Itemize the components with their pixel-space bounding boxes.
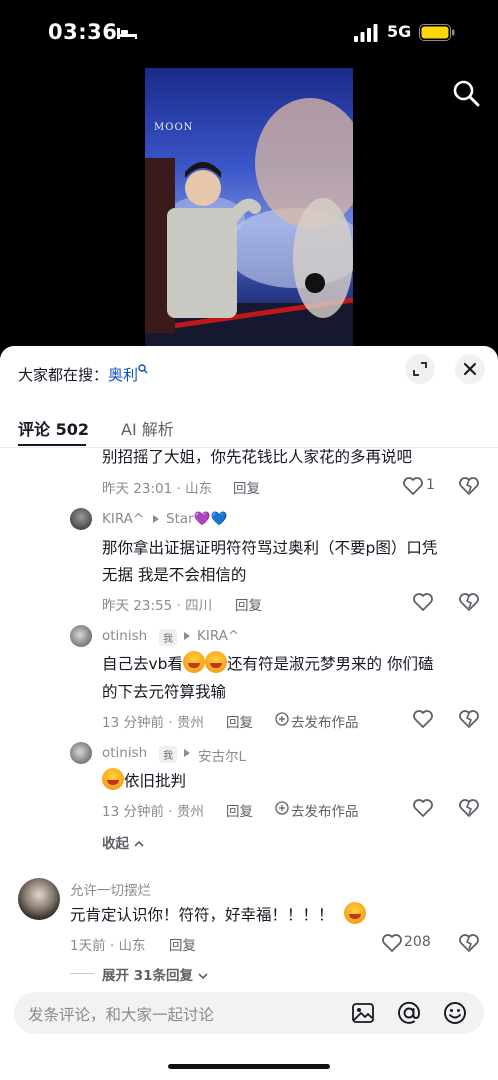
emoji-picker-icon[interactable] <box>442 1000 468 1026</box>
close-sheet-button[interactable] <box>455 354 485 384</box>
reply-target[interactable]: 安古尔L <box>198 745 246 765</box>
reply-button[interactable]: 回复 <box>235 594 262 614</box>
keyword-search-icon <box>138 364 148 374</box>
avatar[interactable] <box>18 878 60 920</box>
comment-author[interactable]: KIRA^ <box>102 511 144 527</box>
collapse-replies-button[interactable]: 收起 <box>102 832 144 852</box>
reply-button[interactable]: 回复 <box>226 800 253 820</box>
comment-meta: 13 分钟前 · 贵州 <box>102 804 204 820</box>
publish-icon <box>275 801 289 815</box>
mention-icon[interactable] <box>396 1000 422 1026</box>
image-icon[interactable] <box>350 1000 376 1026</box>
close-icon <box>464 363 476 375</box>
reply-arrow-icon <box>184 749 190 757</box>
comment-meta: 13 分钟前 · 贵州 <box>102 715 204 731</box>
reply-arrow-icon <box>184 632 190 640</box>
comment-author[interactable]: 允许一切摆烂 <box>70 879 151 899</box>
home-indicator <box>168 1064 330 1069</box>
comment-text-line2: 无据 我是不会相信的 <box>102 566 247 584</box>
battery-icon <box>419 24 455 41</box>
collapse-label: 收起 <box>102 836 129 852</box>
expand-label: 展开 31条回复 <box>102 968 193 984</box>
comment-sheet: 大家都在搜：奥利 评论 502 AI 解析 别招摇了大姐，你先花钱比人家花的多再… <box>0 346 498 1080</box>
publish-work-button[interactable]: 去发布作品 <box>291 800 359 820</box>
comment-text-line2: 的下去元符算我输 <box>102 683 227 701</box>
emoji-icon <box>183 651 206 673</box>
comment-meta: 昨天 23:55 · 四川 <box>102 598 213 614</box>
dislike-icon[interactable] <box>458 798 480 818</box>
emoji-icon <box>344 902 367 924</box>
comment-meta: 昨天 23:01 · 山东 <box>102 481 213 497</box>
dislike-icon[interactable] <box>458 476 480 496</box>
comment-meta: 1天前 · 山东 <box>70 938 146 954</box>
comment-text: 别招摇了大姐，你先花钱比人家花的多再说吧 <box>102 448 413 466</box>
comment-input-placeholder: 发条评论，和大家一起讨论 <box>28 1006 215 1024</box>
comment-author[interactable]: otinish <box>102 745 147 761</box>
reply-target[interactable]: Star💜💙 <box>166 511 227 527</box>
me-badge: 我 <box>159 746 177 763</box>
comment-text-part: 自己去vb看 <box>102 655 184 673</box>
publish-work-button[interactable]: 去发布作品 <box>291 711 359 731</box>
like-icon[interactable] <box>402 476 424 496</box>
reply-button[interactable]: 回复 <box>169 934 196 954</box>
comment-text-part: 元肯定认识你！符符，好幸福！！！！ <box>70 906 334 924</box>
emoji-icon <box>205 651 228 673</box>
comment-text-line1: 那你拿出证据证明符符骂过奥利（不要p图）口凭 <box>102 539 438 557</box>
video-overlay-text: MOON <box>154 122 194 133</box>
dislike-icon[interactable] <box>458 592 480 612</box>
expand-icon <box>413 362 427 376</box>
chevron-down-icon <box>198 973 208 980</box>
status-time: 03:36 <box>48 20 118 44</box>
dislike-icon[interactable] <box>458 933 480 953</box>
reply-button[interactable]: 回复 <box>226 711 253 731</box>
video-player[interactable]: MOON <box>145 68 353 348</box>
status-bar: 03:36 5G <box>0 0 498 68</box>
reply-arrow-icon <box>153 515 159 523</box>
comment-text-line1: 自己去vb看 还有符是淑元梦男来的 你们磕 <box>102 650 433 678</box>
like-icon[interactable] <box>412 709 434 729</box>
reply-button[interactable]: 回复 <box>233 477 260 497</box>
tab-comments[interactable]: 评论 502 <box>18 416 89 440</box>
comment-text-part: 依旧批判 <box>124 772 187 790</box>
trending-keyword[interactable]: 奥利 <box>108 366 138 384</box>
expand-divider <box>70 973 94 974</box>
network-type: 5G <box>387 22 412 41</box>
chevron-up-icon <box>134 840 144 847</box>
avatar[interactable] <box>70 742 92 764</box>
like-icon[interactable] <box>381 933 403 953</box>
publish-icon <box>275 712 289 726</box>
comment-author[interactable]: otinish <box>102 628 147 644</box>
expand-sheet-button[interactable] <box>405 354 435 384</box>
comment-text: 元肯定认识你！符符，好幸福！！！！ <box>70 901 367 929</box>
trending-search-bar[interactable]: 大家都在搜：奥利 <box>18 364 148 385</box>
like-icon[interactable] <box>412 592 434 612</box>
like-icon[interactable] <box>412 798 434 818</box>
comment-text: 依旧批判 <box>102 767 186 795</box>
reply-target[interactable]: KIRA^ <box>197 628 239 644</box>
search-icon[interactable] <box>451 78 481 108</box>
like-count: 1 <box>426 477 435 493</box>
avatar[interactable] <box>70 625 92 647</box>
like-count: 208 <box>404 934 431 950</box>
trending-prefix: 大家都在搜： <box>18 366 109 384</box>
comment-input[interactable]: 发条评论，和大家一起讨论 <box>14 992 484 1034</box>
active-tab-indicator <box>18 444 86 446</box>
avatar[interactable] <box>70 508 92 530</box>
signal-icon <box>354 24 378 42</box>
emoji-icon <box>102 768 124 790</box>
dislike-icon[interactable] <box>458 709 480 729</box>
tab-ai-analysis[interactable]: AI 解析 <box>121 416 174 440</box>
video-frame <box>145 98 353 348</box>
comment-text-part: 还有符是淑元梦男来的 你们磕 <box>227 655 434 673</box>
sleep-mode-icon <box>117 28 137 39</box>
me-badge: 我 <box>159 629 177 646</box>
expand-replies-button[interactable]: 展开 31条回复 <box>102 964 208 984</box>
